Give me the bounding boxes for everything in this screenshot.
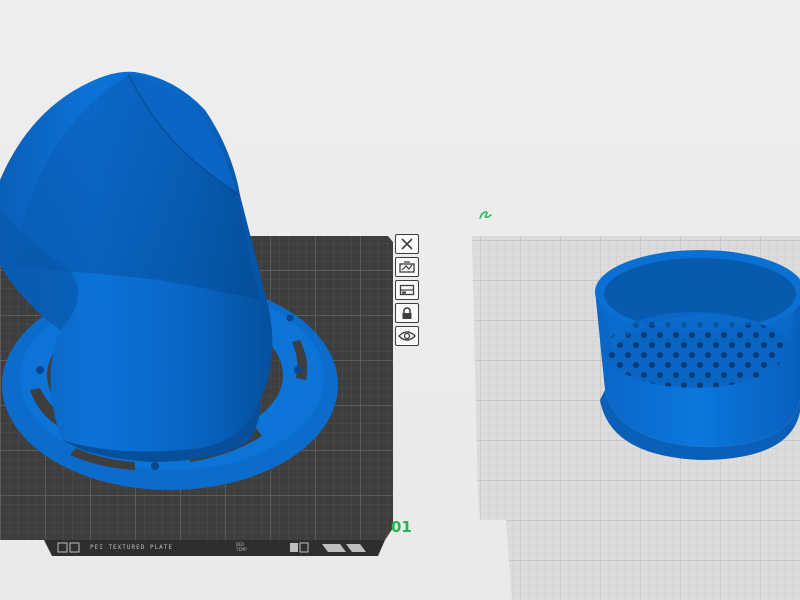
3d-viewport[interactable]: 01 PEI TEXTURED PLATE BED TEMP: [0, 0, 800, 600]
plate-close-button[interactable]: [395, 234, 419, 254]
plate-lock-button[interactable]: [395, 303, 419, 323]
filter-cup-model[interactable]: [595, 250, 800, 460]
edit-icon: [479, 211, 492, 219]
plate-settings-button[interactable]: [395, 326, 419, 346]
plate-type-label: PEI TEXTURED PLATE: [90, 544, 174, 551]
plate-number-label: 01: [391, 518, 412, 536]
plate-toolbar: [395, 234, 423, 349]
arrange-icon: [399, 261, 415, 273]
settings-icon: [398, 330, 416, 342]
plate-2-edit-button[interactable]: [478, 208, 494, 220]
bed-temp-label: BED TEMP: [236, 543, 247, 553]
plate-arrange-button[interactable]: [395, 257, 419, 277]
close-icon: [400, 238, 414, 250]
orient-icon: [399, 284, 415, 296]
lock-icon: [400, 306, 414, 320]
plate-orient-button[interactable]: [395, 280, 419, 300]
